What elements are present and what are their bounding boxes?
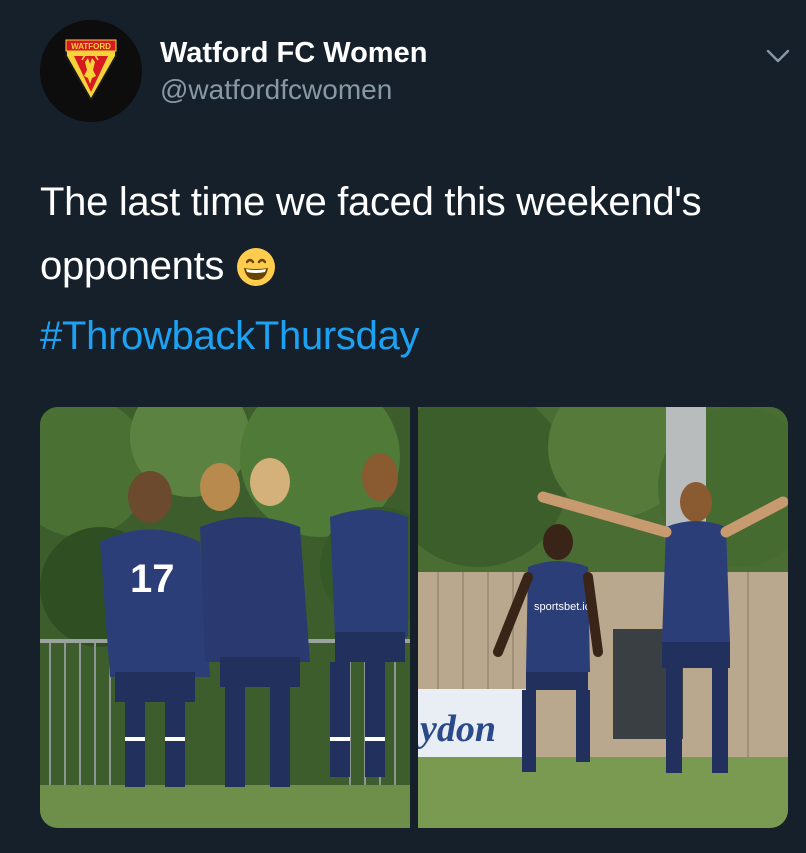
grinning-face-emoji-icon bbox=[236, 242, 276, 306]
chevron-down-icon[interactable] bbox=[764, 42, 792, 70]
tweet-card: WATFORD Watford FC Women @watfordfcwomen… bbox=[0, 0, 806, 853]
shirt-sponsor: sportsbet.io bbox=[534, 601, 591, 613]
display-name[interactable]: Watford FC Women bbox=[160, 36, 427, 70]
hashtag-link[interactable]: #ThrowbackThursday bbox=[40, 310, 420, 362]
board-text: ydon bbox=[418, 708, 496, 750]
watford-badge-icon: WATFORD bbox=[40, 20, 142, 122]
photo-team-celebration[interactable]: 17 bbox=[40, 407, 410, 828]
avatar[interactable]: WATFORD bbox=[40, 20, 142, 122]
tweet-text: The last time we faced this weekend's op… bbox=[40, 180, 702, 288]
badge-text: WATFORD bbox=[71, 42, 111, 51]
tweet-body: The last time we faced this weekend's op… bbox=[40, 170, 780, 306]
user-handle[interactable]: @watfordfcwomen bbox=[160, 74, 392, 106]
shirt-number: 17 bbox=[130, 557, 175, 601]
photo-player-celebration[interactable]: ydon sportsbet.io bbox=[418, 407, 788, 828]
